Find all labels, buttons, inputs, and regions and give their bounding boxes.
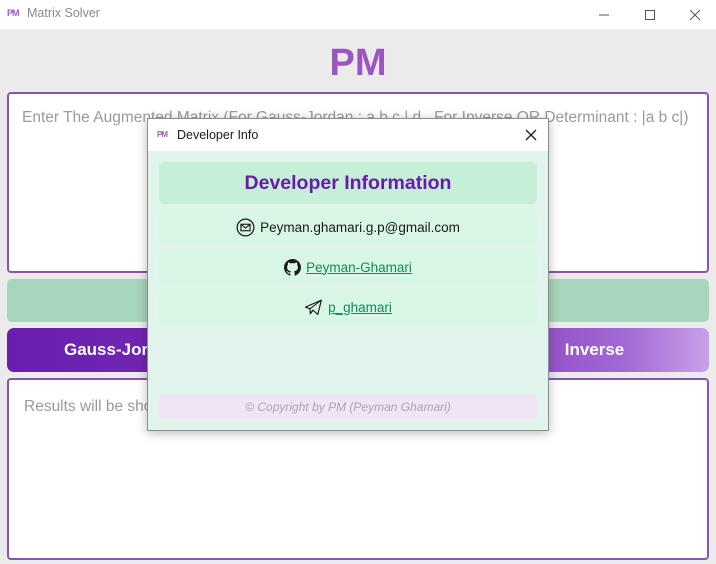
dialog-logo-icon: PM — [157, 130, 168, 139]
close-icon — [689, 9, 701, 20]
title-bar: PM Matrix Solver — [0, 0, 716, 29]
github-row: Peyman-Ghamari — [159, 250, 537, 284]
maximize-button[interactable] — [627, 0, 673, 29]
github-icon — [284, 258, 302, 276]
close-button[interactable] — [672, 0, 716, 29]
developer-info-dialog: PM Developer Info Developer Information … — [147, 118, 549, 431]
inverse-button[interactable]: Inverse — [537, 328, 652, 372]
brand-title: PM — [329, 42, 387, 84]
maximize-icon — [645, 9, 655, 20]
dialog-close-button[interactable] — [520, 125, 542, 145]
minimize-icon — [599, 14, 609, 15]
close-icon — [525, 129, 537, 141]
github-link[interactable]: Peyman-Ghamari — [306, 260, 412, 275]
copyright-text: © Copyright by PM (Peyman Ghamari) — [159, 395, 537, 419]
window-title: Matrix Solver — [27, 6, 100, 20]
email-text: Peyman.ghamari.g.p@gmail.com — [260, 219, 460, 235]
telegram-link[interactable]: p_ghamari — [328, 300, 392, 315]
dialog-header: Developer Information — [159, 162, 537, 204]
dialog-title: Developer Info — [177, 128, 259, 142]
minimize-button[interactable] — [581, 0, 627, 29]
app-logo-icon: PM — [7, 8, 19, 18]
email-row: Peyman.ghamari.g.p@gmail.com — [159, 210, 537, 244]
envelope-circle-icon — [236, 218, 255, 237]
dialog-title-bar: PM Developer Info — [148, 119, 548, 151]
paper-plane-icon — [304, 299, 323, 316]
telegram-row: p_ghamari — [159, 290, 537, 324]
